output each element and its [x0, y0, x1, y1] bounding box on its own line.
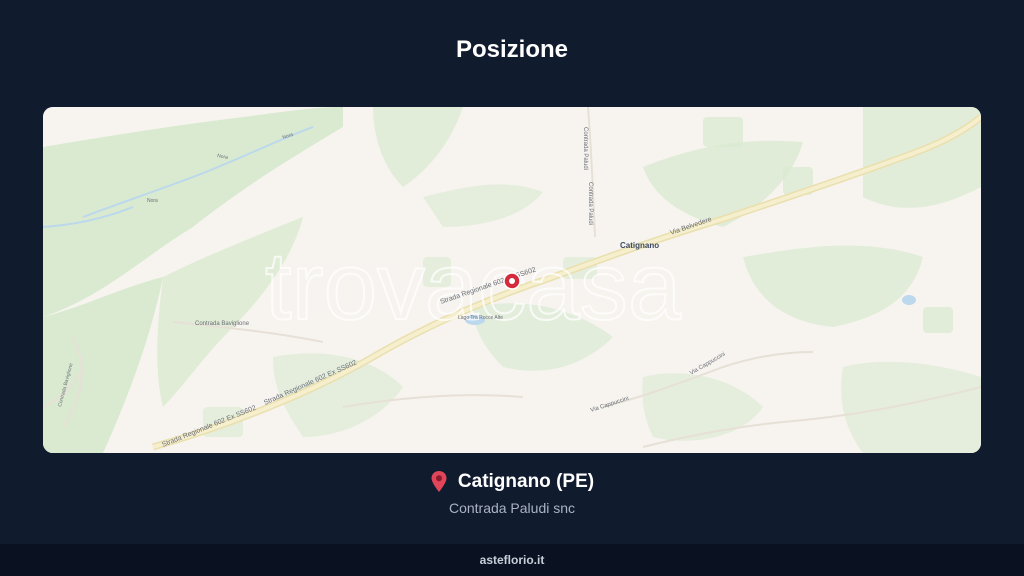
location-city: Catignano (PE)	[457, 471, 595, 492]
road-label-paludi-1: Contrada Paludi	[582, 127, 588, 170]
location-marker[interactable]	[503, 272, 521, 290]
page-title: Posizione	[455, 36, 569, 63]
map-canvas[interactable]: trovacasa Strada Regionale 602 Ex SS602 …	[43, 107, 981, 453]
footer: asteflorio.it	[0, 544, 1024, 576]
place-label-catignano: Catignano	[620, 241, 659, 250]
footer-brand[interactable]: asteflorio.it	[480, 553, 545, 567]
pin-icon	[430, 470, 448, 494]
map[interactable]: trovacasa Strada Regionale 602 Ex SS602 …	[43, 107, 981, 453]
river-label-3: Nora	[147, 198, 158, 204]
lake-label: Lago Tra Rocce Alte	[458, 315, 503, 321]
road-label-baviglione: Contrada Baviglione	[195, 321, 250, 327]
location-address: Contrada Paludi snc	[448, 500, 576, 516]
pond-shape	[902, 295, 916, 305]
location-row: Catignano (PE)	[0, 470, 1024, 494]
road-label-paludi-2: Contrada Paludi	[587, 182, 593, 225]
